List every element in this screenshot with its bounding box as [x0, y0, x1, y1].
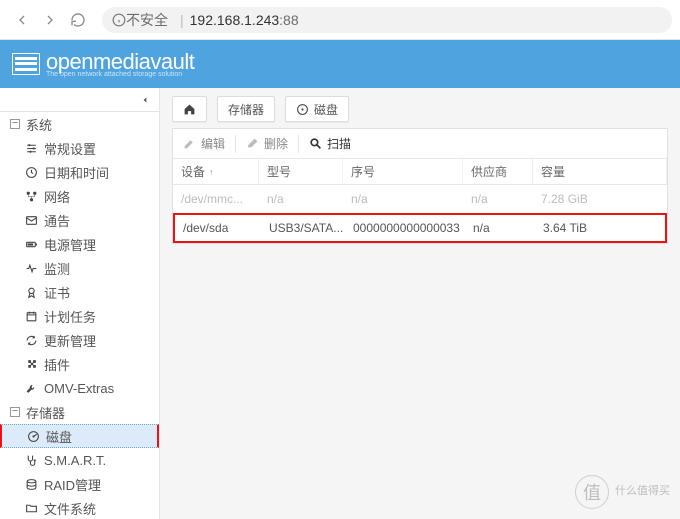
heartbeat-icon	[24, 261, 38, 275]
mail-icon	[24, 213, 38, 227]
table-row[interactable]: /dev/mmc... n/a n/a n/a 7.28 GiB	[173, 185, 667, 213]
sidebar-item-notification[interactable]: 通告	[0, 208, 159, 232]
col-vendor[interactable]: 供应商	[463, 159, 533, 184]
sidebar-item-plugins[interactable]: 插件	[0, 352, 159, 376]
sidebar-item-system[interactable]: − 系统	[0, 112, 159, 136]
sidebar-item-filesystems[interactable]: 文件系统	[0, 496, 159, 519]
col-model[interactable]: 型号	[259, 159, 343, 184]
database-icon	[24, 477, 38, 491]
refresh-icon	[24, 333, 38, 347]
edit-button[interactable]: 编辑	[173, 129, 235, 158]
browser-bar: 不安全 | 192.168.1.243:88	[0, 0, 680, 40]
breadcrumb: 存储器 磁盘	[172, 96, 668, 122]
delete-button[interactable]: 删除	[236, 129, 298, 158]
reload-icon[interactable]	[66, 8, 90, 32]
disks-panel: 编辑 删除 扫描 设备↑ 型号 序号 供应商 容量 /dev/mmc... n/…	[172, 128, 668, 244]
hdd-icon	[26, 429, 40, 443]
logo-text: openmediavault	[46, 51, 194, 73]
address-bar[interactable]: 不安全 | 192.168.1.243:88	[102, 7, 672, 33]
sidebar-item-power[interactable]: 电源管理	[0, 232, 159, 256]
search-icon	[309, 137, 322, 150]
logo-tagline: The open network attached storage soluti…	[46, 71, 194, 78]
sidebar-item-datetime[interactable]: 日期和时间	[0, 160, 159, 184]
sidebar-item-storage[interactable]: − 存储器	[0, 400, 159, 424]
sidebar: − 系统 常规设置 日期和时间 网络 通告 电源管理 监测 证书 计划任务 更新…	[0, 88, 160, 519]
collapse-icon: −	[10, 407, 20, 417]
scan-button[interactable]: 扫描	[299, 129, 361, 158]
stethoscope-icon	[24, 453, 38, 467]
sidebar-item-general[interactable]: 常规设置	[0, 136, 159, 160]
col-serial[interactable]: 序号	[343, 159, 463, 184]
eraser-icon	[246, 137, 259, 150]
hdd-icon	[296, 103, 309, 116]
watermark: 值 什么值得买	[575, 475, 670, 509]
pencil-icon	[183, 137, 196, 150]
sidebar-item-monitoring[interactable]: 监测	[0, 256, 159, 280]
home-icon	[183, 103, 196, 116]
forward-icon[interactable]	[38, 8, 62, 32]
sidebar-item-disks[interactable]: 磁盘	[0, 424, 159, 448]
breadcrumb-disks[interactable]: 磁盘	[285, 96, 349, 122]
watermark-icon: 值	[575, 475, 609, 509]
sliders-icon	[24, 141, 38, 155]
wrench-icon	[24, 381, 38, 395]
table-row[interactable]: /dev/sda USB3/SATA... 0000000000000033 n…	[173, 213, 667, 243]
col-device[interactable]: 设备↑	[173, 159, 259, 184]
cert-icon	[24, 285, 38, 299]
insecure-label: 不安全	[126, 10, 168, 30]
toolbar: 编辑 删除 扫描	[173, 129, 667, 159]
clock-icon	[24, 165, 38, 179]
sidebar-item-scheduled[interactable]: 计划任务	[0, 304, 159, 328]
table-header: 设备↑ 型号 序号 供应商 容量	[173, 159, 667, 185]
url-port: :88	[279, 12, 298, 28]
url-host: 192.168.1.243	[190, 12, 280, 28]
chevron-left-icon	[141, 95, 149, 105]
sidebar-collapse[interactable]	[0, 88, 159, 112]
info-icon	[112, 13, 126, 27]
network-icon	[24, 189, 38, 203]
back-icon[interactable]	[10, 8, 34, 32]
breadcrumb-storage[interactable]: 存储器	[217, 96, 275, 122]
battery-icon	[24, 237, 38, 251]
sort-asc-icon: ↑	[209, 167, 214, 177]
content-area: 存储器 磁盘 编辑 删除 扫描 设备↑ 型号 序号 供应商 容量 /dev/mm…	[160, 88, 680, 519]
app-header: openmediavault The open network attached…	[0, 40, 680, 88]
sidebar-item-network[interactable]: 网络	[0, 184, 159, 208]
sidebar-item-smart[interactable]: S.M.A.R.T.	[0, 448, 159, 472]
breadcrumb-home[interactable]	[172, 96, 207, 122]
sidebar-item-certs[interactable]: 证书	[0, 280, 159, 304]
logo-icon	[12, 53, 40, 75]
sidebar-item-omvextras[interactable]: OMV-Extras	[0, 376, 159, 400]
sidebar-item-update[interactable]: 更新管理	[0, 328, 159, 352]
folder-icon	[24, 501, 38, 515]
sidebar-item-raid[interactable]: RAID管理	[0, 472, 159, 496]
col-capacity[interactable]: 容量	[533, 159, 667, 184]
collapse-icon: −	[10, 119, 20, 129]
calendar-icon	[24, 309, 38, 323]
puzzle-icon	[24, 357, 38, 371]
